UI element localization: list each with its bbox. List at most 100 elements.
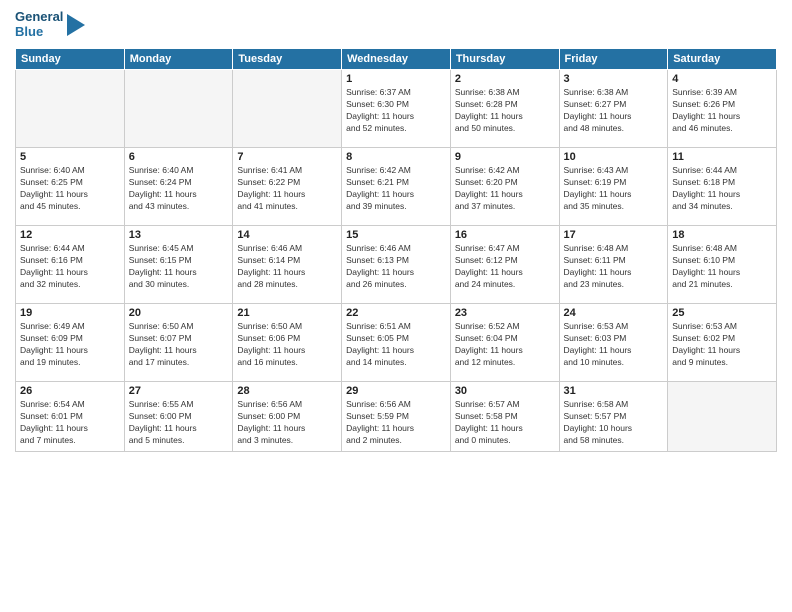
calendar-cell: 1 Sunrise: 6:37 AMSunset: 6:30 PMDaylight…: [342, 69, 451, 147]
calendar-cell: 23 Sunrise: 6:52 AMSunset: 6:04 PMDayligh…: [450, 303, 559, 381]
day-info: Sunrise: 6:44 AMSunset: 6:18 PMDaylight:…: [672, 165, 772, 213]
day-number: 20: [129, 307, 229, 319]
day-number: 6: [129, 151, 229, 163]
calendar-cell: 20 Sunrise: 6:50 AMSunset: 6:07 PMDayligh…: [124, 303, 233, 381]
day-info: Sunrise: 6:46 AMSunset: 6:13 PMDaylight:…: [346, 243, 446, 291]
logo: GeneralBlue: [15, 10, 85, 40]
weekday-header: Sunday: [16, 48, 125, 69]
calendar-cell: 19 Sunrise: 6:49 AMSunset: 6:09 PMDayligh…: [16, 303, 125, 381]
calendar-cell: 14 Sunrise: 6:46 AMSunset: 6:14 PMDayligh…: [233, 225, 342, 303]
day-number: 5: [20, 151, 120, 163]
day-info: Sunrise: 6:37 AMSunset: 6:30 PMDaylight:…: [346, 87, 446, 135]
calendar-cell: 2 Sunrise: 6:38 AMSunset: 6:28 PMDaylight…: [450, 69, 559, 147]
calendar-cell: 22Sunrise: 6:51 AMSunset: 6:05 PMDayligh…: [342, 303, 451, 381]
weekday-header-row: SundayMondayTuesdayWednesdayThursdayFrid…: [16, 48, 777, 69]
calendar: SundayMondayTuesdayWednesdayThursdayFrid…: [15, 48, 777, 452]
day-info: Sunrise: 6:42 AMSunset: 6:20 PMDaylight:…: [455, 165, 555, 213]
weekday-header: Monday: [124, 48, 233, 69]
day-number: 29: [346, 385, 446, 397]
day-number: 14: [237, 229, 337, 241]
day-number: 10: [564, 151, 664, 163]
day-info: Sunrise: 6:47 AMSunset: 6:12 PMDaylight:…: [455, 243, 555, 291]
day-number: 15: [346, 229, 446, 241]
day-info: Sunrise: 6:55 AMSunset: 6:00 PMDaylight:…: [129, 399, 229, 447]
day-number: 23: [455, 307, 555, 319]
calendar-cell: 15 Sunrise: 6:46 AMSunset: 6:13 PMDayligh…: [342, 225, 451, 303]
day-info: Sunrise: 6:48 AMSunset: 6:11 PMDaylight:…: [564, 243, 664, 291]
calendar-cell: 16 Sunrise: 6:47 AMSunset: 6:12 PMDayligh…: [450, 225, 559, 303]
day-number: 24: [564, 307, 664, 319]
day-number: 11: [672, 151, 772, 163]
day-info: Sunrise: 6:57 AMSunset: 5:58 PMDaylight:…: [455, 399, 555, 447]
day-info: Sunrise: 6:46 AMSunset: 6:14 PMDaylight:…: [237, 243, 337, 291]
day-number: 3: [564, 73, 664, 85]
calendar-row: 12Sunrise: 6:44 AMSunset: 6:16 PMDayligh…: [16, 225, 777, 303]
day-number: 26: [20, 385, 120, 397]
day-info: Sunrise: 6:54 AMSunset: 6:01 PMDaylight:…: [20, 399, 120, 447]
calendar-cell: 12Sunrise: 6:44 AMSunset: 6:16 PMDayligh…: [16, 225, 125, 303]
header: GeneralBlue: [15, 10, 777, 40]
day-number: 28: [237, 385, 337, 397]
day-info: Sunrise: 6:38 AMSunset: 6:27 PMDaylight:…: [564, 87, 664, 135]
day-info: Sunrise: 6:41 AMSunset: 6:22 PMDaylight:…: [237, 165, 337, 213]
calendar-cell: 27 Sunrise: 6:55 AMSunset: 6:00 PMDayligh…: [124, 381, 233, 451]
day-info: Sunrise: 6:53 AMSunset: 6:02 PMDaylight:…: [672, 321, 772, 369]
day-info: Sunrise: 6:56 AMSunset: 5:59 PMDaylight:…: [346, 399, 446, 447]
calendar-cell: 13 Sunrise: 6:45 AMSunset: 6:15 PMDayligh…: [124, 225, 233, 303]
calendar-cell: 26 Sunrise: 6:54 AMSunset: 6:01 PMDayligh…: [16, 381, 125, 451]
logo-arrow-icon: [67, 14, 85, 36]
weekday-header: Saturday: [668, 48, 777, 69]
calendar-cell: 10 Sunrise: 6:43 AMSunset: 6:19 PMDayligh…: [559, 147, 668, 225]
day-number: 7: [237, 151, 337, 163]
day-number: 13: [129, 229, 229, 241]
day-number: 12: [20, 229, 120, 241]
logo-text: GeneralBlue: [15, 10, 63, 40]
day-number: 4: [672, 73, 772, 85]
calendar-cell: 18 Sunrise: 6:48 AMSunset: 6:10 PMDayligh…: [668, 225, 777, 303]
calendar-cell: 21Sunrise: 6:50 AMSunset: 6:06 PMDayligh…: [233, 303, 342, 381]
calendar-cell: 29 Sunrise: 6:56 AMSunset: 5:59 PMDayligh…: [342, 381, 451, 451]
day-info: Sunrise: 6:39 AMSunset: 6:26 PMDaylight:…: [672, 87, 772, 135]
day-number: 21: [237, 307, 337, 319]
calendar-row: 5Sunrise: 6:40 AMSunset: 6:25 PMDaylight…: [16, 147, 777, 225]
day-info: Sunrise: 6:42 AMSunset: 6:21 PMDaylight:…: [346, 165, 446, 213]
day-number: 18: [672, 229, 772, 241]
calendar-cell: 8 Sunrise: 6:42 AMSunset: 6:21 PMDaylight…: [342, 147, 451, 225]
day-info: Sunrise: 6:50 AMSunset: 6:07 PMDaylight:…: [129, 321, 229, 369]
weekday-header: Tuesday: [233, 48, 342, 69]
day-number: 17: [564, 229, 664, 241]
calendar-cell: 4 Sunrise: 6:39 AMSunset: 6:26 PMDaylight…: [668, 69, 777, 147]
calendar-row: 26 Sunrise: 6:54 AMSunset: 6:01 PMDayligh…: [16, 381, 777, 451]
calendar-row: 1 Sunrise: 6:37 AMSunset: 6:30 PMDaylight…: [16, 69, 777, 147]
day-number: 8: [346, 151, 446, 163]
weekday-header: Thursday: [450, 48, 559, 69]
day-number: 1: [346, 73, 446, 85]
calendar-cell: 6Sunrise: 6:40 AMSunset: 6:24 PMDaylight…: [124, 147, 233, 225]
day-info: Sunrise: 6:48 AMSunset: 6:10 PMDaylight:…: [672, 243, 772, 291]
day-info: Sunrise: 6:52 AMSunset: 6:04 PMDaylight:…: [455, 321, 555, 369]
day-info: Sunrise: 6:51 AMSunset: 6:05 PMDaylight:…: [346, 321, 446, 369]
day-number: 30: [455, 385, 555, 397]
day-number: 25: [672, 307, 772, 319]
day-info: Sunrise: 6:53 AMSunset: 6:03 PMDaylight:…: [564, 321, 664, 369]
day-number: 27: [129, 385, 229, 397]
calendar-cell: 7 Sunrise: 6:41 AMSunset: 6:22 PMDaylight…: [233, 147, 342, 225]
calendar-cell: 28Sunrise: 6:56 AMSunset: 6:00 PMDayligh…: [233, 381, 342, 451]
calendar-cell: [668, 381, 777, 451]
weekday-header: Friday: [559, 48, 668, 69]
day-number: 16: [455, 229, 555, 241]
day-info: Sunrise: 6:43 AMSunset: 6:19 PMDaylight:…: [564, 165, 664, 213]
day-number: 2: [455, 73, 555, 85]
calendar-cell: 30 Sunrise: 6:57 AMSunset: 5:58 PMDayligh…: [450, 381, 559, 451]
calendar-cell: 11 Sunrise: 6:44 AMSunset: 6:18 PMDayligh…: [668, 147, 777, 225]
calendar-cell: [233, 69, 342, 147]
weekday-header: Wednesday: [342, 48, 451, 69]
calendar-cell: 31Sunrise: 6:58 AMSunset: 5:57 PMDayligh…: [559, 381, 668, 451]
day-info: Sunrise: 6:45 AMSunset: 6:15 PMDaylight:…: [129, 243, 229, 291]
calendar-cell: 24 Sunrise: 6:53 AMSunset: 6:03 PMDayligh…: [559, 303, 668, 381]
day-info: Sunrise: 6:58 AMSunset: 5:57 PMDaylight:…: [564, 399, 664, 447]
day-info: Sunrise: 6:49 AMSunset: 6:09 PMDaylight:…: [20, 321, 120, 369]
day-number: 19: [20, 307, 120, 319]
day-info: Sunrise: 6:38 AMSunset: 6:28 PMDaylight:…: [455, 87, 555, 135]
calendar-cell: 25 Sunrise: 6:53 AMSunset: 6:02 PMDayligh…: [668, 303, 777, 381]
